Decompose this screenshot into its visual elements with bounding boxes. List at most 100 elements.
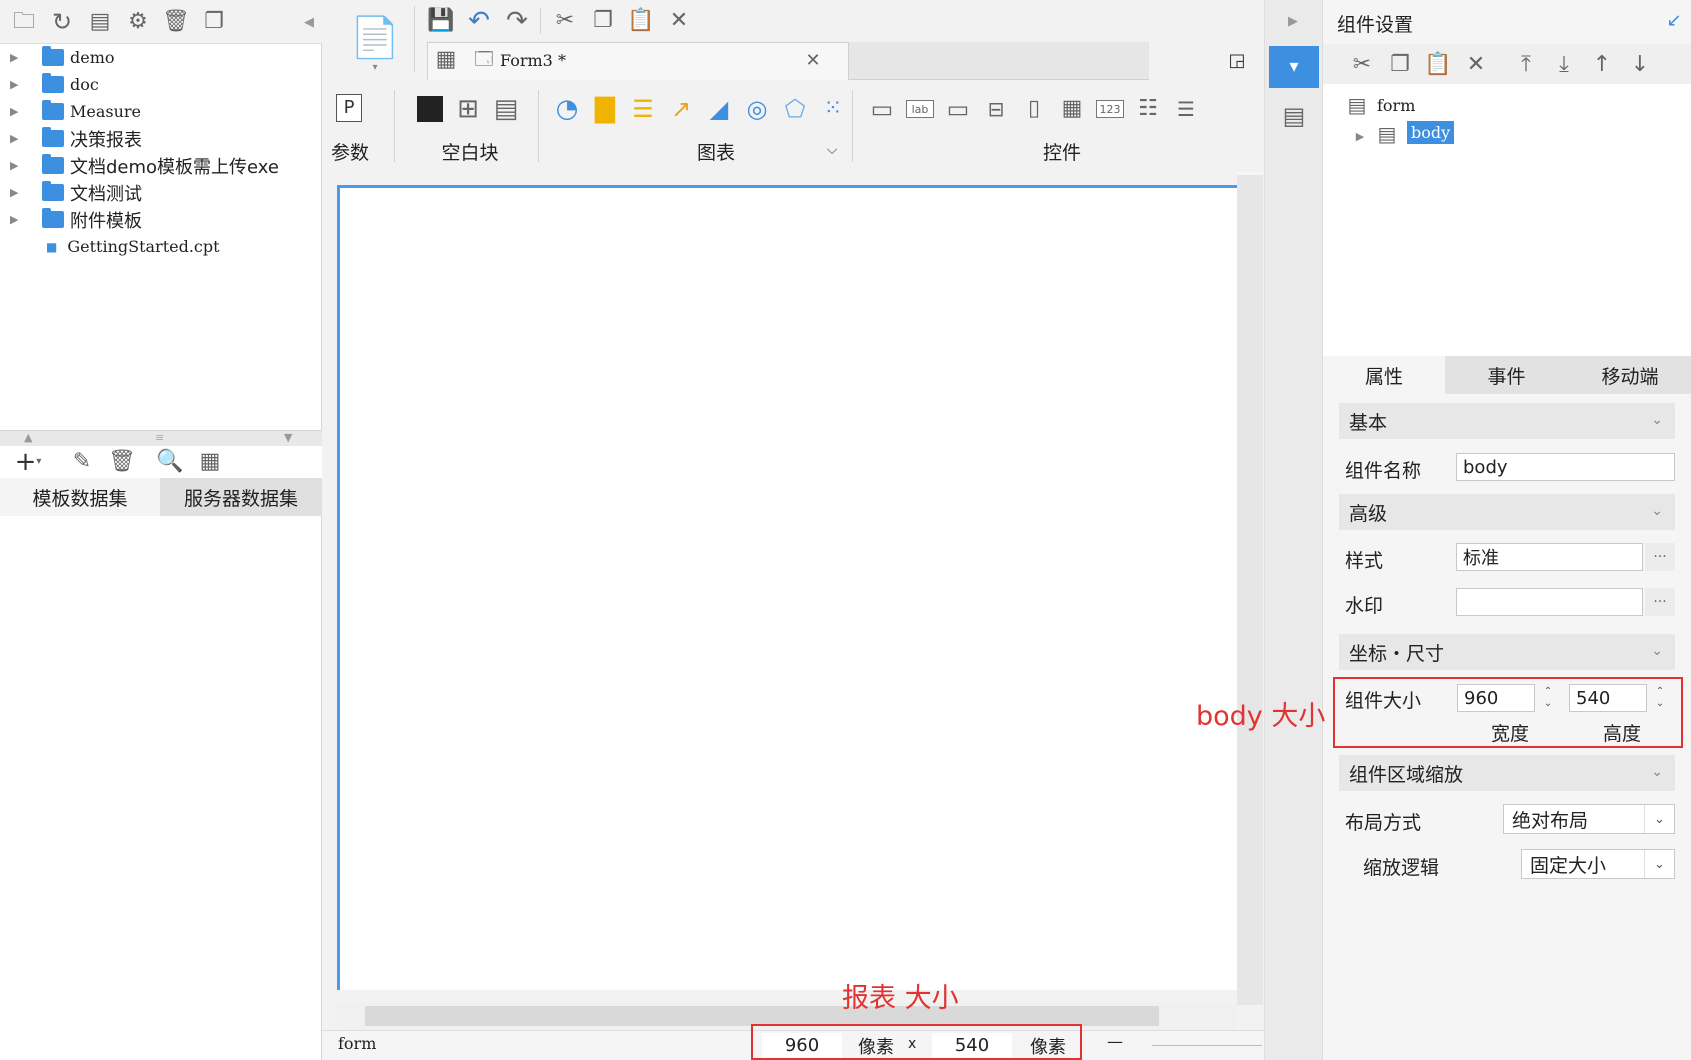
dataset-settings-icon[interactable]: ▦ <box>196 448 224 476</box>
param-icon[interactable]: P <box>336 94 362 122</box>
number-widget-icon[interactable]: 123 <box>1096 100 1124 118</box>
block-tab-icon[interactable]: ▤ <box>493 96 519 122</box>
zoom-out-button[interactable]: — <box>1107 1032 1123 1051</box>
expand-arrow-icon[interactable]: ▶ <box>10 105 22 118</box>
section-coords[interactable]: 坐标・尺寸 ⌄ <box>1339 634 1675 670</box>
expand-arrow-icon[interactable]: ▶ <box>10 186 22 199</box>
delete-icon[interactable]: 🗑 <box>162 8 190 36</box>
copy-component-icon[interactable]: ❐ <box>1385 50 1415 80</box>
tree-expand-icon[interactable]: ▶ <box>1353 126 1367 146</box>
block-split-icon[interactable]: ⊞ <box>455 96 481 122</box>
gauge-chart-icon[interactable]: ◎ <box>742 94 772 124</box>
horizontal-scroll-thumb[interactable] <box>365 1006 1159 1026</box>
undo-icon[interactable]: ↶ <box>464 6 494 36</box>
editor-tab-title[interactable]: Form3 * <box>500 51 566 70</box>
tree-folder-item[interactable]: ▶ 文档测试 <box>10 179 142 206</box>
close-tab-icon[interactable]: ✕ <box>802 48 824 74</box>
tree-folder-item[interactable]: ▶ demo <box>10 44 115 71</box>
vertical-scrollbar[interactable] <box>1237 175 1263 1005</box>
settings-gear-icon[interactable]: ⚙ <box>124 8 152 36</box>
tree-folder-item[interactable]: ▶ Measure <box>10 98 141 125</box>
chevron-down-icon[interactable]: ⌄ <box>1644 850 1674 878</box>
chevron-down-icon[interactable]: ⌄ <box>1644 805 1674 833</box>
section-advanced[interactable]: 高级 ⌄ <box>1339 494 1675 530</box>
file-widget-icon[interactable]: ▯ <box>1020 96 1048 122</box>
zoom-slider-track[interactable] <box>1152 1045 1262 1046</box>
tab-mobile[interactable]: 移动端 <box>1568 356 1691 394</box>
form-canvas[interactable] <box>337 185 1237 990</box>
panel-splitter[interactable]: ▲ ≡ ▼ <box>0 430 322 446</box>
watermark-input[interactable] <box>1456 588 1643 616</box>
watermark-ellipsis-button[interactable]: ··· <box>1645 588 1675 616</box>
radio-widget-icon[interactable]: ☰ <box>1172 96 1200 122</box>
radar-chart-icon[interactable]: ⬠ <box>780 94 810 124</box>
tab-menu-icon[interactable]: ◲ <box>1226 48 1248 74</box>
block-fill-icon[interactable] <box>417 96 443 122</box>
delete-dataset-icon[interactable]: 🗑 <box>108 448 136 476</box>
tree-folder-item[interactable]: ▶ 附件模板 <box>10 206 142 233</box>
expand-right-icon[interactable]: ▶ <box>1283 10 1303 32</box>
delete-component-icon[interactable]: ✕ <box>1461 50 1491 80</box>
layout-select[interactable]: 绝对布局 ⌄ <box>1503 804 1675 834</box>
date-widget-icon[interactable]: ▦ <box>1058 96 1086 122</box>
widget-settings-icon[interactable]: ▾ <box>1269 46 1319 88</box>
splitter-up-icon[interactable]: ▲ <box>24 431 32 444</box>
expand-arrow-icon[interactable]: ▶ <box>10 213 22 226</box>
expand-arrow-icon[interactable]: ▶ <box>10 132 22 145</box>
tab-template-dataset[interactable]: 模板数据集 <box>0 478 160 516</box>
scatter-chart-icon[interactable]: ⁙ <box>818 94 848 124</box>
save-icon[interactable]: 💾 <box>426 6 456 36</box>
expand-arrow-icon[interactable]: ▶ <box>10 159 22 172</box>
button-widget-icon[interactable]: ▭ <box>944 96 972 122</box>
name-input[interactable]: body <box>1456 453 1675 481</box>
list-widget-icon[interactable]: ☷ <box>1134 96 1162 122</box>
paste-component-icon[interactable]: 📋 <box>1423 50 1453 80</box>
tree-node-form[interactable]: form <box>1377 96 1415 115</box>
new-folder-icon[interactable]: 🗀 <box>10 8 38 36</box>
tab-events[interactable]: 事件 <box>1445 356 1568 394</box>
copy-tb-icon[interactable]: ❐ <box>588 6 618 36</box>
cut-component-icon[interactable]: ✂ <box>1347 50 1377 80</box>
line-chart-icon[interactable]: ↗ <box>666 94 696 124</box>
pin-icon[interactable]: ↙ <box>1663 10 1685 32</box>
copy-icon[interactable]: ❐ <box>200 8 228 36</box>
tab-properties[interactable]: 属性 <box>1323 356 1445 394</box>
layout-icon[interactable]: ▤ <box>1273 96 1315 136</box>
tree-folder-item[interactable]: ▶ 决策报表 <box>10 125 142 152</box>
hbar-chart-icon[interactable]: ☰ <box>628 94 658 124</box>
refresh-icon[interactable]: ↻ <box>48 8 76 36</box>
section-scale[interactable]: 组件区域缩放 ⌄ <box>1339 755 1675 791</box>
section-basic[interactable]: 基本 ⌄ <box>1339 403 1675 439</box>
area-chart-icon[interactable]: ◢ <box>704 94 734 124</box>
tree-node-body[interactable]: body <box>1407 121 1455 144</box>
splitter-down-icon[interactable]: ▼ <box>284 431 292 444</box>
move-up-icon[interactable]: ↑ <box>1587 50 1617 80</box>
paste-icon[interactable]: 📋 <box>626 6 656 36</box>
form-design-icon[interactable]: 📄 <box>350 10 400 66</box>
pie-chart-icon[interactable]: ◔ <box>552 94 582 124</box>
expand-arrow-icon[interactable]: ▶ <box>10 51 22 64</box>
form-menu-caret-icon[interactable]: ▾ <box>367 62 383 74</box>
style-input[interactable]: 标准 <box>1456 543 1643 571</box>
chart-expand-icon[interactable]: ⌵ <box>822 140 842 160</box>
tree-folder-item[interactable]: ▶ 文档demo模板需上传exe <box>10 152 279 179</box>
textbox-widget-icon[interactable]: ▭ <box>868 96 896 122</box>
add-dataset-icon[interactable]: + ▾ <box>10 448 46 476</box>
tree-file-item[interactable]: ■ GettingStarted.cpt <box>10 233 220 260</box>
tab-server-dataset[interactable]: 服务器数据集 <box>160 478 322 516</box>
zoom-logic-select[interactable]: 固定大小 ⌄ <box>1521 849 1675 879</box>
delete-tb-icon[interactable]: ✕ <box>664 6 694 36</box>
move-down-icon[interactable]: ↓ <box>1625 50 1655 80</box>
template-icon[interactable]: ▤ <box>86 8 114 36</box>
edit-icon[interactable]: ✎ <box>68 448 96 476</box>
redo-icon[interactable]: ↷ <box>502 6 532 36</box>
style-ellipsis-button[interactable]: ··· <box>1645 543 1675 571</box>
move-top-icon[interactable]: ⤒ <box>1511 50 1541 80</box>
grid-icon[interactable]: ▦ <box>432 46 460 74</box>
cut-icon[interactable]: ✂ <box>550 6 580 36</box>
tree-folder-item[interactable]: ▶ doc <box>10 71 99 98</box>
move-bottom-icon[interactable]: ⤓ <box>1549 50 1579 80</box>
bar-chart-icon[interactable]: ▇ <box>590 94 620 124</box>
collapse-left-icon[interactable]: ◀ <box>300 10 318 34</box>
label-widget-icon[interactable]: lab <box>906 100 934 118</box>
